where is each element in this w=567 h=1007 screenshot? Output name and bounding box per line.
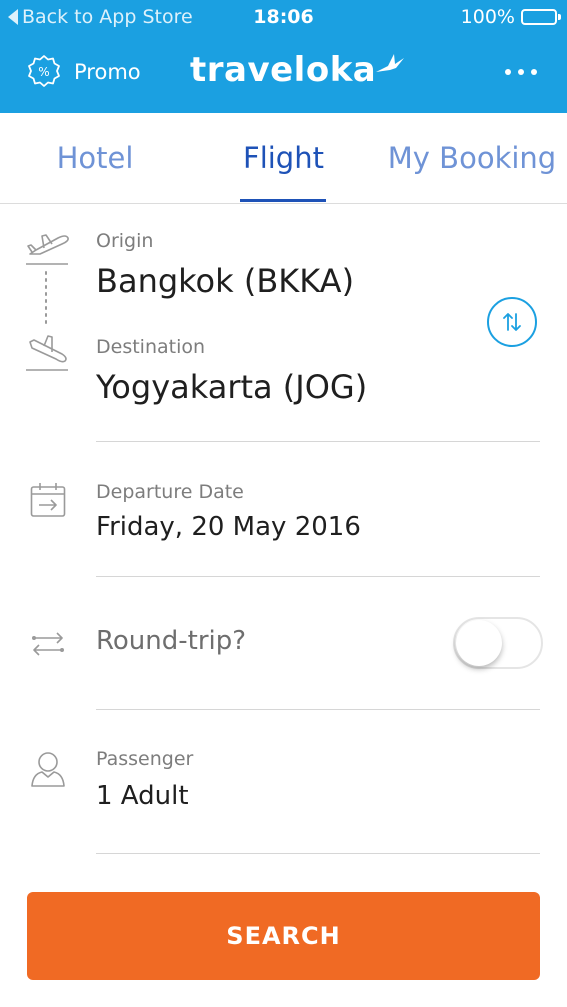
product-tabs: Hotel Flight My Booking	[0, 113, 567, 204]
percent-badge-icon: %	[28, 55, 60, 87]
active-tab-indicator	[240, 199, 326, 202]
plane-landing-icon	[29, 335, 67, 363]
origin-value: Bangkok (BKKA)	[96, 262, 355, 300]
departure-date-value: Friday, 20 May 2016	[96, 512, 361, 542]
plane-takeoff-icon	[27, 234, 69, 255]
divider	[96, 441, 540, 442]
swap-origin-destination-button[interactable]	[487, 297, 537, 347]
passenger-label: Passenger	[96, 748, 194, 770]
passenger-value: 1 Adult	[96, 781, 189, 811]
bird-logo-icon	[376, 54, 405, 72]
tab-flight[interactable]: Flight	[190, 113, 377, 203]
destination-value: Yogyakarta (JOG)	[96, 368, 368, 406]
departure-date-label: Departure Date	[96, 481, 244, 503]
tab-hotel[interactable]: Hotel	[0, 113, 190, 203]
swap-vertical-icon	[503, 313, 521, 331]
battery-status: 100%	[460, 6, 561, 28]
destination-label: Destination	[96, 336, 206, 358]
divider	[96, 853, 540, 854]
round-trip-label: Round-trip?	[96, 626, 247, 656]
battery-icon	[521, 9, 561, 25]
search-button[interactable]: SEARCH	[27, 892, 540, 980]
divider	[96, 709, 540, 710]
calendar-icon	[30, 483, 66, 517]
status-bar: Back to App Store 18:06 100%	[0, 0, 567, 36]
battery-percent: 100%	[460, 6, 515, 28]
route-icon	[26, 234, 69, 371]
more-menu-button[interactable]	[505, 69, 537, 75]
app-header: Back to App Store 18:06 100% % Promo tra…	[0, 0, 567, 113]
tab-my-booking[interactable]: My Booking	[377, 113, 567, 203]
svg-text:%: %	[38, 65, 49, 79]
divider	[96, 576, 540, 577]
promo-label: Promo	[74, 60, 141, 84]
origin-label: Origin	[96, 230, 154, 252]
brand-name: traveloka	[190, 50, 377, 90]
promo-button[interactable]: % Promo	[26, 54, 141, 90]
more-horizontal-icon	[505, 69, 511, 75]
round-trip-arrows-icon	[32, 632, 64, 656]
toggle-knob	[456, 620, 502, 666]
traveloka-logo: traveloka	[190, 50, 406, 90]
round-trip-toggle[interactable]	[453, 617, 543, 669]
person-icon	[31, 752, 65, 787]
